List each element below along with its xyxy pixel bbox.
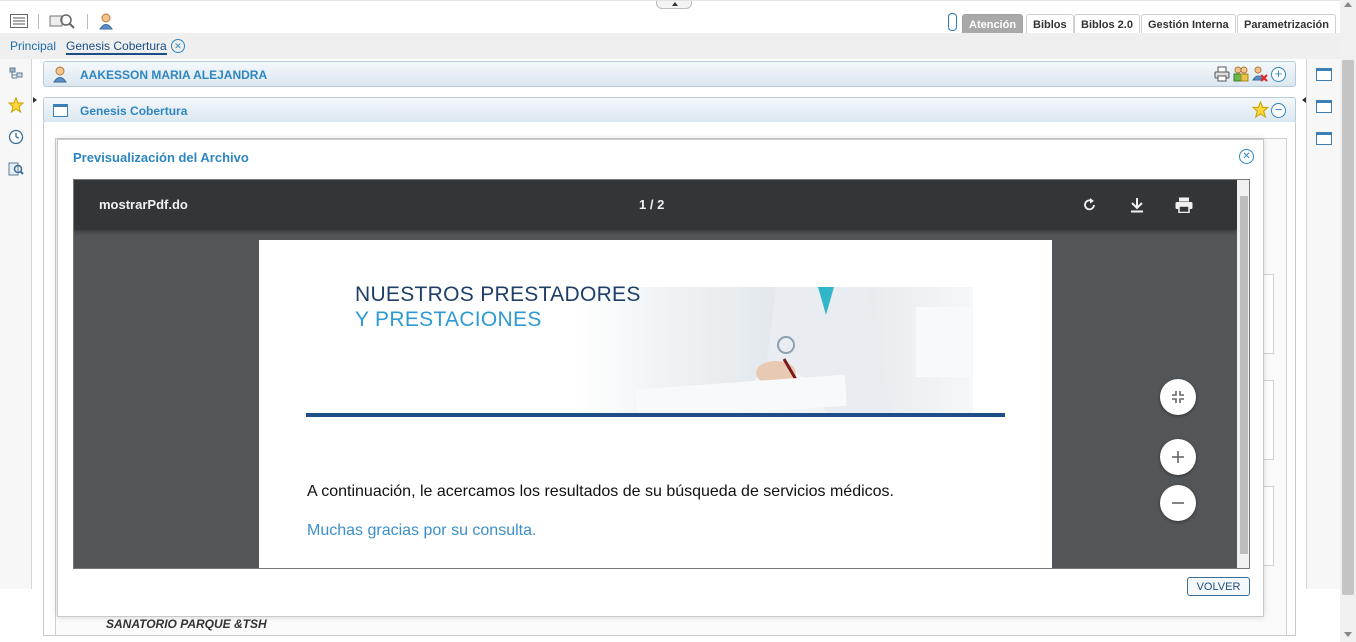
tab-parametrizacion[interactable]: Parametrización	[1237, 14, 1336, 35]
window-icon[interactable]	[1316, 132, 1332, 145]
modal-title: Previsualización del Archivo	[73, 150, 249, 165]
rotate-icon[interactable]	[1080, 195, 1100, 215]
pdf-viewer: mostrarPdf.do 1 / 2 NUESTROS PRESTADORES…	[73, 179, 1250, 569]
left-sidebar	[0, 59, 32, 589]
list-icon[interactable]	[10, 12, 28, 30]
close-tab-icon[interactable]: ✕	[171, 39, 185, 53]
expand-left-icon[interactable]	[33, 97, 37, 103]
toolbar-divider	[38, 14, 39, 29]
zoom-in-icon[interactable]	[1160, 439, 1196, 475]
breadcrumb: Principal Genesis Cobertura ✕	[0, 33, 1340, 59]
background-list-row	[1264, 380, 1274, 460]
user-icon[interactable]	[98, 12, 114, 30]
banner-divider	[306, 413, 1005, 417]
expand-panel-icon[interactable]: +	[1271, 67, 1286, 82]
toolbar-divider	[87, 14, 88, 29]
window-icon[interactable]	[1316, 68, 1332, 81]
clock-icon[interactable]	[8, 129, 24, 145]
fit-page-icon[interactable]	[1160, 379, 1196, 415]
module-panel-header: Genesis Cobertura −	[43, 97, 1296, 123]
file-preview-modal: Previsualización del Archivo ✕ mostrarPd…	[57, 139, 1264, 617]
pdf-thanks-text: Muchas gracias por su consulta.	[307, 522, 537, 539]
expand-right-icon[interactable]	[1302, 97, 1306, 103]
pdf-page: NUESTROS PRESTADORES Y PRESTACIONES A co…	[259, 240, 1052, 568]
collapse-header-toggle[interactable]	[656, 1, 692, 9]
tab-gestion-interna[interactable]: Gestión Interna	[1141, 14, 1236, 35]
pdf-toolbar: mostrarPdf.do 1 / 2	[74, 180, 1237, 230]
tab-biblos[interactable]: Biblos	[1026, 14, 1074, 35]
pdf-body-text: A continuación, le acercamos los resulta…	[307, 483, 894, 500]
scroll-up-arrow-icon[interactable]	[1344, 2, 1352, 7]
search-records-icon[interactable]	[49, 12, 75, 30]
patient-panel-header: AAKESSON MARIA ALEJANDRA +	[43, 61, 1296, 87]
window-icon	[53, 104, 68, 117]
pdf-scrollbar[interactable]	[1237, 180, 1249, 568]
download-icon[interactable]	[1127, 195, 1147, 215]
breadcrumb-principal[interactable]: Principal	[10, 39, 56, 53]
close-icon[interactable]: ✕	[1239, 149, 1254, 164]
print-icon[interactable]	[1214, 66, 1230, 85]
patient-icon	[53, 66, 67, 86]
banner-heading-line1: NUESTROS PRESTADORES	[355, 283, 641, 306]
tab-scroll-marker[interactable]	[948, 13, 957, 31]
zoom-out-icon[interactable]	[1160, 485, 1196, 521]
search-docs-icon[interactable]	[8, 161, 24, 177]
window-icon[interactable]	[1316, 100, 1332, 113]
print-icon[interactable]	[1174, 195, 1194, 215]
tab-biblos-2[interactable]: Biblos 2.0	[1074, 14, 1140, 35]
remove-patient-icon[interactable]	[1252, 66, 1268, 85]
patient-name: AAKESSON MARIA ALEJANDRA	[80, 68, 268, 82]
tab-atencion[interactable]: Atención	[962, 14, 1024, 35]
page-scrollbar-thumb[interactable]	[1342, 60, 1354, 595]
tree-icon[interactable]	[8, 66, 24, 82]
star-icon[interactable]	[8, 97, 24, 113]
favorite-star-icon[interactable]	[1251, 100, 1270, 121]
volver-button[interactable]: VOLVER	[1187, 577, 1250, 596]
collapse-panel-icon[interactable]: −	[1271, 103, 1286, 118]
family-group-icon[interactable]	[1233, 66, 1249, 85]
module-title: Genesis Cobertura	[80, 104, 188, 118]
background-row-label: SANATORIO PARQUE &TSH	[106, 617, 267, 631]
right-sidebar	[1306, 59, 1340, 589]
banner-heading-line2: Y PRESTACIONES	[355, 308, 542, 331]
top-toolbar: Atención Biblos Biblos 2.0 Gestión Inter…	[0, 0, 1340, 35]
scroll-down-arrow-icon[interactable]	[1344, 632, 1352, 637]
pdf-scrollbar-thumb[interactable]	[1240, 196, 1248, 554]
pdf-file-name: mostrarPdf.do	[99, 197, 188, 212]
breadcrumb-genesis-cobertura[interactable]: Genesis Cobertura	[66, 39, 167, 55]
pdf-page-indicator: 1 / 2	[639, 197, 665, 212]
background-list-row	[1264, 274, 1274, 354]
background-list-row	[1264, 486, 1274, 566]
